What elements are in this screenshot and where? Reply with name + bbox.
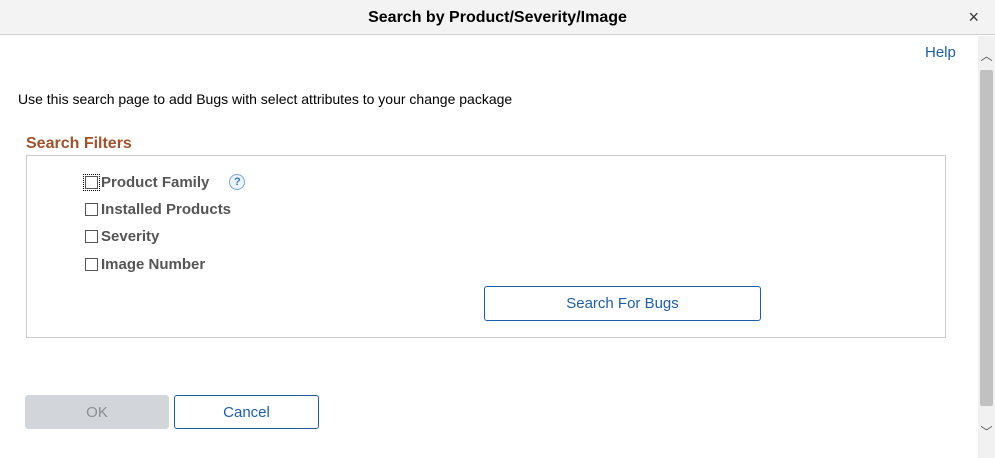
filter-row-severity: Severity <box>85 227 159 245</box>
image-number-label: Image Number <box>101 255 206 273</box>
scroll-thumb[interactable] <box>980 70 993 406</box>
vertical-scrollbar[interactable]: ︿ ﹀ <box>978 36 995 458</box>
search-for-bugs-button[interactable]: Search For Bugs <box>484 286 761 321</box>
dialog-title: Search by Product/Severity/Image <box>368 9 627 26</box>
severity-label: Severity <box>101 227 160 245</box>
cancel-button[interactable]: Cancel <box>174 395 319 429</box>
product-family-label: Product Family <box>101 173 210 191</box>
help-info-icon[interactable]: ? <box>229 174 246 190</box>
dialog-content: Help Use this search page to add Bugs wi… <box>0 36 978 458</box>
image-number-checkbox[interactable] <box>85 257 98 271</box>
filter-row-installed-products: Installed Products <box>85 200 231 218</box>
filter-row-product-family: Product Family ? <box>83 173 246 191</box>
installed-products-label: Installed Products <box>101 200 232 218</box>
help-link[interactable]: Help <box>925 44 956 61</box>
search-filters-box: Product Family ? Installed Products Seve… <box>26 155 946 338</box>
close-icon[interactable]: × <box>968 8 979 26</box>
dialog-titlebar: Search by Product/Severity/Image × <box>0 0 995 35</box>
installed-products-checkbox[interactable] <box>85 202 98 216</box>
scroll-up-icon[interactable]: ︿ <box>978 48 995 65</box>
scroll-down-icon[interactable]: ﹀ <box>978 424 995 441</box>
product-family-checkbox[interactable] <box>83 173 100 191</box>
ok-button: OK <box>25 395 169 429</box>
filter-row-image-number: Image Number <box>85 255 205 273</box>
severity-checkbox[interactable] <box>85 229 98 243</box>
intro-text: Use this search page to add Bugs with se… <box>18 91 513 107</box>
search-filters-title: Search Filters <box>26 135 132 152</box>
